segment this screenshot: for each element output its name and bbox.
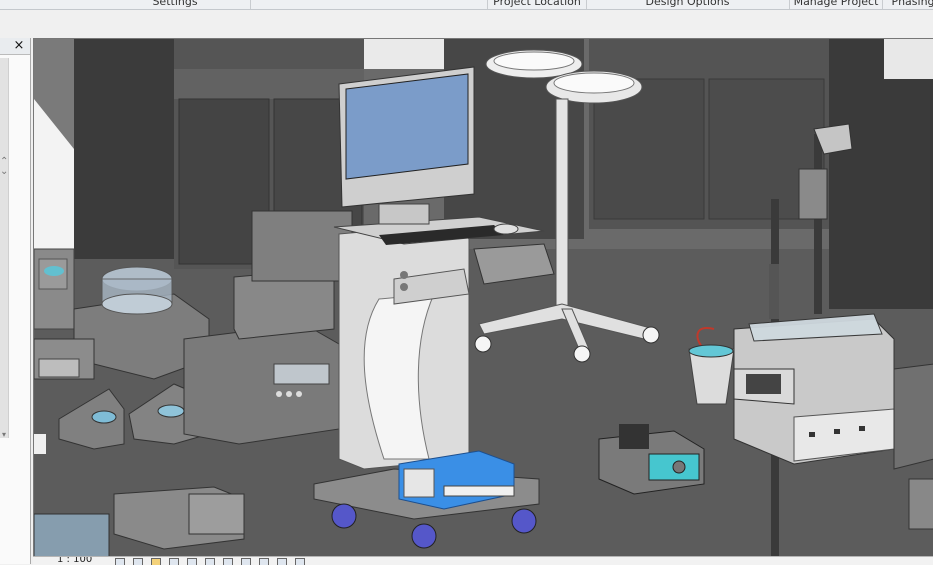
close-icon[interactable]: ×: [11, 38, 27, 54]
viewport-scene: [34, 39, 933, 557]
panel-scrollbar[interactable]: [0, 58, 9, 438]
chevron-down-icon[interactable]: ⌄: [0, 166, 8, 177]
properties-panel: × ⌃ ⌄ ▾: [0, 38, 31, 564]
3d-viewport[interactable]: [33, 38, 933, 558]
ribbon-panel-titles: Settings Project Location Design Options…: [0, 0, 933, 10]
ribbon-panel-phasing[interactable]: Phasing: [883, 0, 933, 9]
ribbon-panel-settings[interactable]: Settings: [100, 0, 251, 9]
chevron-down-icon[interactable]: ▾: [2, 430, 6, 439]
ribbon-panel-project-location[interactable]: Project Location: [487, 0, 587, 9]
ribbon-panel-manage-project[interactable]: Manage Project: [790, 0, 883, 9]
ribbon-panel-design-options[interactable]: Design Options: [586, 0, 790, 9]
